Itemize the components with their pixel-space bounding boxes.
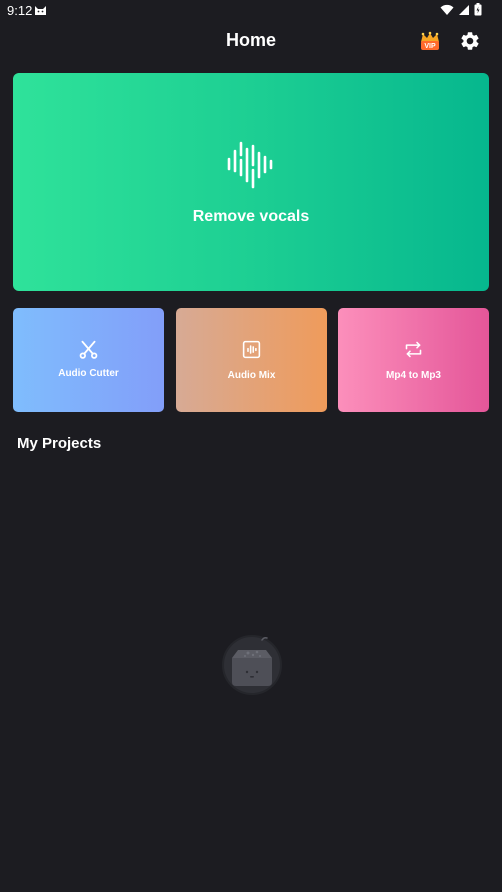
mp4-to-mp3-card[interactable]: Mp4 to Mp3: [338, 308, 489, 412]
notification-cat-icon: [34, 4, 47, 17]
vip-crown-icon: VIP: [421, 31, 439, 50]
audio-cutter-card[interactable]: Audio Cutter: [13, 308, 164, 412]
empty-projects-illustration: [218, 630, 286, 698]
vip-badge-text: VIP: [424, 43, 436, 50]
waveform-box-icon: [242, 340, 261, 359]
repeat-arrows-icon: [405, 341, 422, 358]
remove-vocals-label: Remove vocals: [192, 208, 310, 225]
gear-icon: [461, 32, 479, 50]
remove-vocals-card[interactable]: Remove vocals: [13, 73, 489, 291]
vip-button[interactable]: VIP: [418, 30, 442, 54]
my-projects-title: My Projects: [17, 435, 102, 452]
mp4-to-mp3-label: Mp4 to Mp3: [386, 370, 441, 381]
sound-wave-icon: [227, 141, 273, 189]
signal-icon: [458, 4, 470, 16]
empty-box-icon: [222, 635, 282, 695]
wifi-icon: [440, 4, 454, 16]
audio-mix-label: Audio Mix: [227, 370, 276, 381]
settings-button[interactable]: [459, 30, 481, 52]
status-icons: [440, 3, 482, 16]
scissors-icon: [79, 340, 98, 359]
audio-mix-card[interactable]: Audio Mix: [176, 308, 327, 412]
battery-icon: [474, 3, 482, 16]
status-bar: 9:12: [0, 0, 502, 22]
app-bar: Home VIP: [0, 22, 502, 62]
status-time: 9:12: [7, 3, 33, 18]
audio-cutter-label: Audio Cutter: [58, 368, 119, 379]
